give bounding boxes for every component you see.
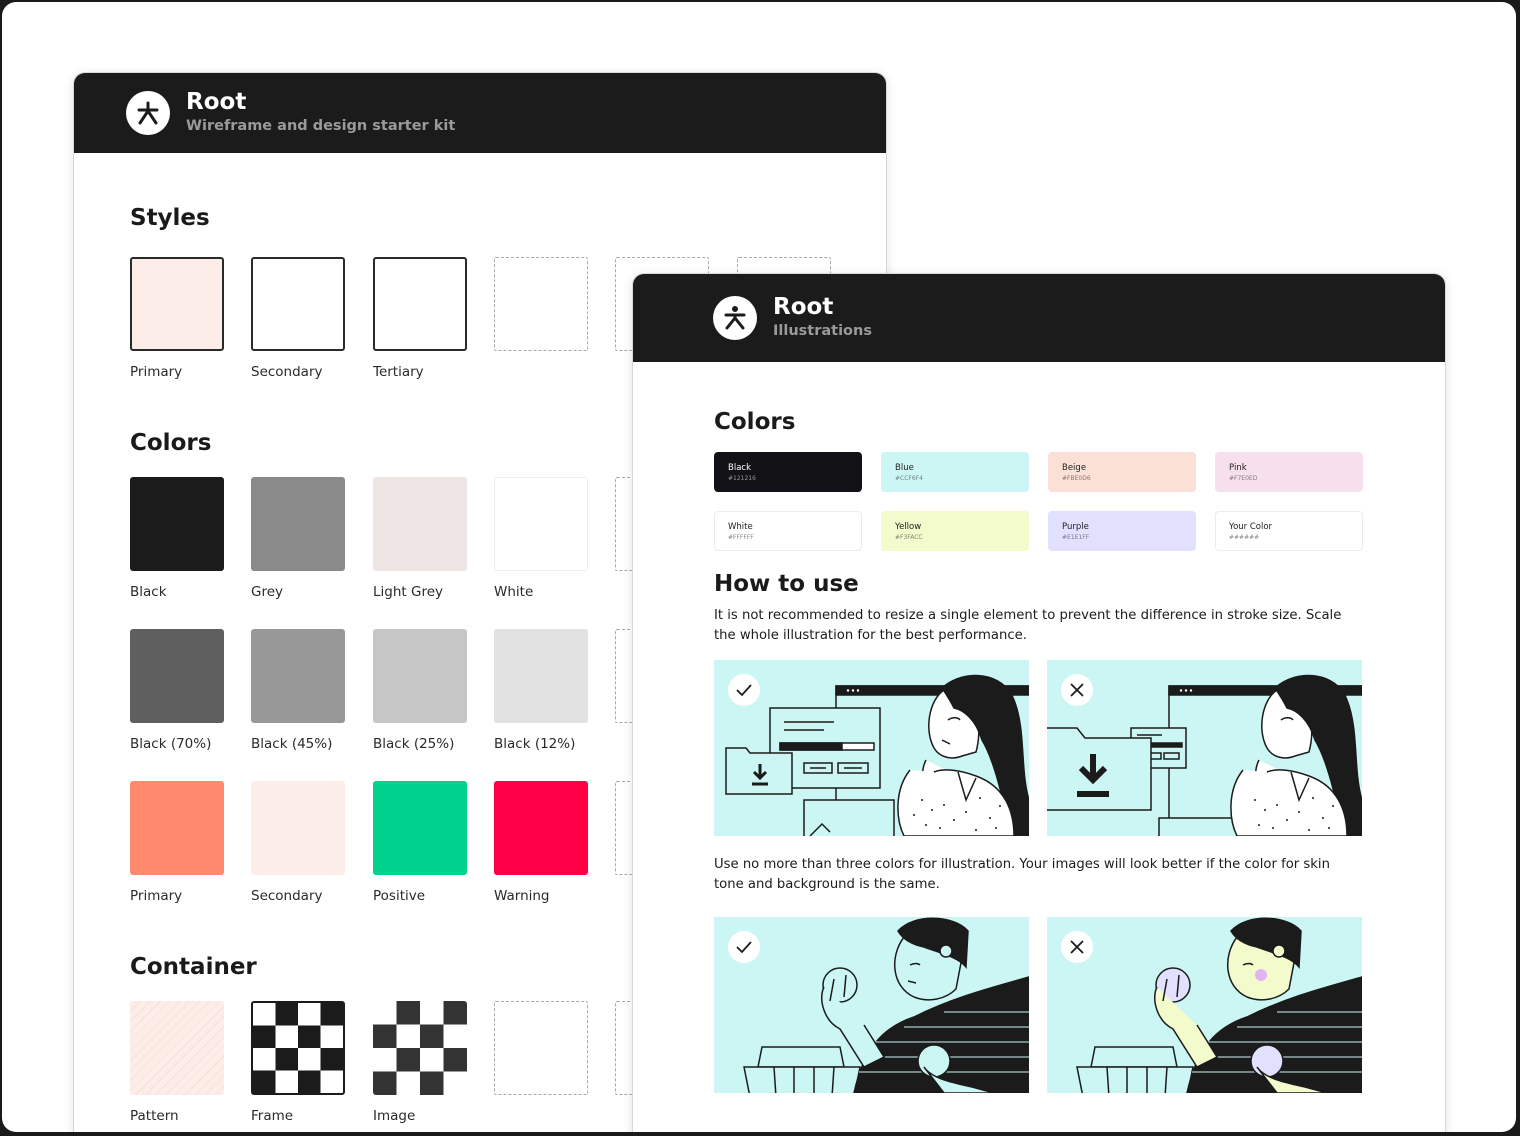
- palette-swatch-name: Your Color: [1229, 522, 1273, 532]
- colors-heading: Colors: [130, 430, 212, 456]
- colors-heading: Colors: [714, 409, 796, 435]
- color-primary-swatch[interactable]: [130, 781, 224, 875]
- color-label: Secondary: [251, 888, 323, 904]
- palette-swatch-hex: #E1E1FF: [1062, 534, 1090, 541]
- color-label: Grey: [251, 584, 284, 600]
- color-label: White: [494, 584, 534, 600]
- card-title: Root: [186, 89, 247, 115]
- incorrect-scaling-illustration: [1047, 660, 1362, 836]
- palette-swatch-black[interactable]: Black #121216: [714, 452, 862, 492]
- palette-swatch-blue[interactable]: Blue #CCF6F4: [881, 452, 1029, 492]
- palette-swatch-name: Yellow: [895, 522, 922, 532]
- palette-swatch-hex: #CCF6F4: [895, 475, 923, 482]
- color-label: Black: [130, 584, 167, 600]
- card-subtitle: Wireframe and design starter kit: [186, 118, 456, 134]
- color-label: Primary: [130, 888, 183, 904]
- color-warning-swatch[interactable]: [494, 781, 588, 875]
- color-black-70-swatch[interactable]: [130, 629, 224, 723]
- card-subtitle: Illustrations: [773, 323, 872, 339]
- palette-swatch-name: Blue: [895, 463, 914, 473]
- palette-swatch-hex: #121216: [728, 475, 756, 482]
- canvas: Root Wireframe and design starter kit St…: [2, 2, 1516, 1132]
- root-logo-icon: [126, 91, 170, 135]
- root-logo-icon: [713, 296, 757, 340]
- style-tertiary-swatch[interactable]: [373, 257, 467, 351]
- card-title: Root: [773, 294, 834, 320]
- palette-swatch-hex: #F3FACC: [895, 534, 923, 541]
- palette-swatch-beige[interactable]: Beige #FBE0D6: [1048, 452, 1196, 492]
- color-label: Black (45%): [251, 736, 333, 752]
- illustrations-card: Root Illustrations Colors Black #121216 Bl…: [632, 273, 1446, 1132]
- color-black-45-swatch[interactable]: [251, 629, 345, 723]
- color-grey-swatch[interactable]: [251, 477, 345, 571]
- color-label: Black (70%): [130, 736, 212, 752]
- instruction-text: It is not recommended to resize a single…: [714, 608, 1342, 643]
- palette-swatch-name: Black: [728, 463, 751, 473]
- how-to-use-heading: How to use: [714, 571, 859, 597]
- container-heading: Container: [130, 954, 257, 980]
- color-black-swatch[interactable]: [130, 477, 224, 571]
- color-label: Light Grey: [373, 584, 443, 600]
- palette-swatch-pink[interactable]: Pink #F7E0ED: [1215, 452, 1363, 492]
- palette-swatch-hex: #FFFFFF: [728, 534, 754, 541]
- color-black-12-swatch[interactable]: [494, 629, 588, 723]
- palette-swatch-name: Pink: [1229, 463, 1247, 473]
- empty-slot: [494, 1001, 588, 1095]
- incorrect-colors-illustration: [1047, 917, 1362, 1093]
- container-image-swatch[interactable]: [373, 1001, 467, 1095]
- style-label: Tertiary: [373, 364, 424, 380]
- palette-swatch-hex: ######: [1229, 534, 1260, 541]
- color-label: Positive: [373, 888, 426, 904]
- style-label: Primary: [130, 364, 183, 380]
- container-label: Pattern: [130, 1108, 179, 1124]
- container-pattern-swatch[interactable]: [130, 1001, 224, 1095]
- empty-slot: [494, 257, 588, 351]
- color-black-25-swatch[interactable]: [373, 629, 467, 723]
- color-light-grey-swatch[interactable]: [373, 477, 467, 571]
- palette-swatch-name: Purple: [1062, 522, 1089, 532]
- correct-colors-illustration: [714, 917, 1029, 1093]
- instruction-text: Use no more than three colors for illust…: [714, 857, 1330, 892]
- card-header: Root Illustrations: [633, 274, 1445, 362]
- color-label: Warning: [494, 888, 550, 904]
- container-label: Image: [373, 1108, 416, 1124]
- style-primary-swatch[interactable]: [130, 257, 224, 351]
- palette-swatch-white[interactable]: White #FFFFFF: [714, 511, 862, 551]
- palette-swatch-your-color[interactable]: Your Color ######: [1215, 511, 1363, 551]
- style-secondary-swatch[interactable]: [251, 257, 345, 351]
- container-frame-swatch[interactable]: [251, 1001, 345, 1095]
- palette-swatch-hex: #FBE0D6: [1062, 475, 1091, 482]
- color-white-swatch[interactable]: [494, 477, 588, 571]
- color-secondary-swatch[interactable]: [251, 781, 345, 875]
- palette-swatch-yellow[interactable]: Yellow #F3FACC: [881, 511, 1029, 551]
- card-header: Root Wireframe and design starter kit: [74, 73, 886, 153]
- palette-swatch-name: Beige: [1062, 463, 1087, 473]
- container-label: Frame: [251, 1108, 294, 1124]
- color-label: Black (25%): [373, 736, 455, 752]
- palette-swatch-purple[interactable]: Purple #E1E1FF: [1048, 511, 1196, 551]
- styles-heading: Styles: [130, 205, 210, 231]
- color-label: Black (12%): [494, 736, 576, 752]
- correct-scaling-illustration: [714, 660, 1029, 836]
- style-label: Secondary: [251, 364, 323, 380]
- palette-swatch-hex: #F7E0ED: [1229, 475, 1258, 482]
- color-positive-swatch[interactable]: [373, 781, 467, 875]
- palette-swatch-name: White: [728, 522, 753, 532]
